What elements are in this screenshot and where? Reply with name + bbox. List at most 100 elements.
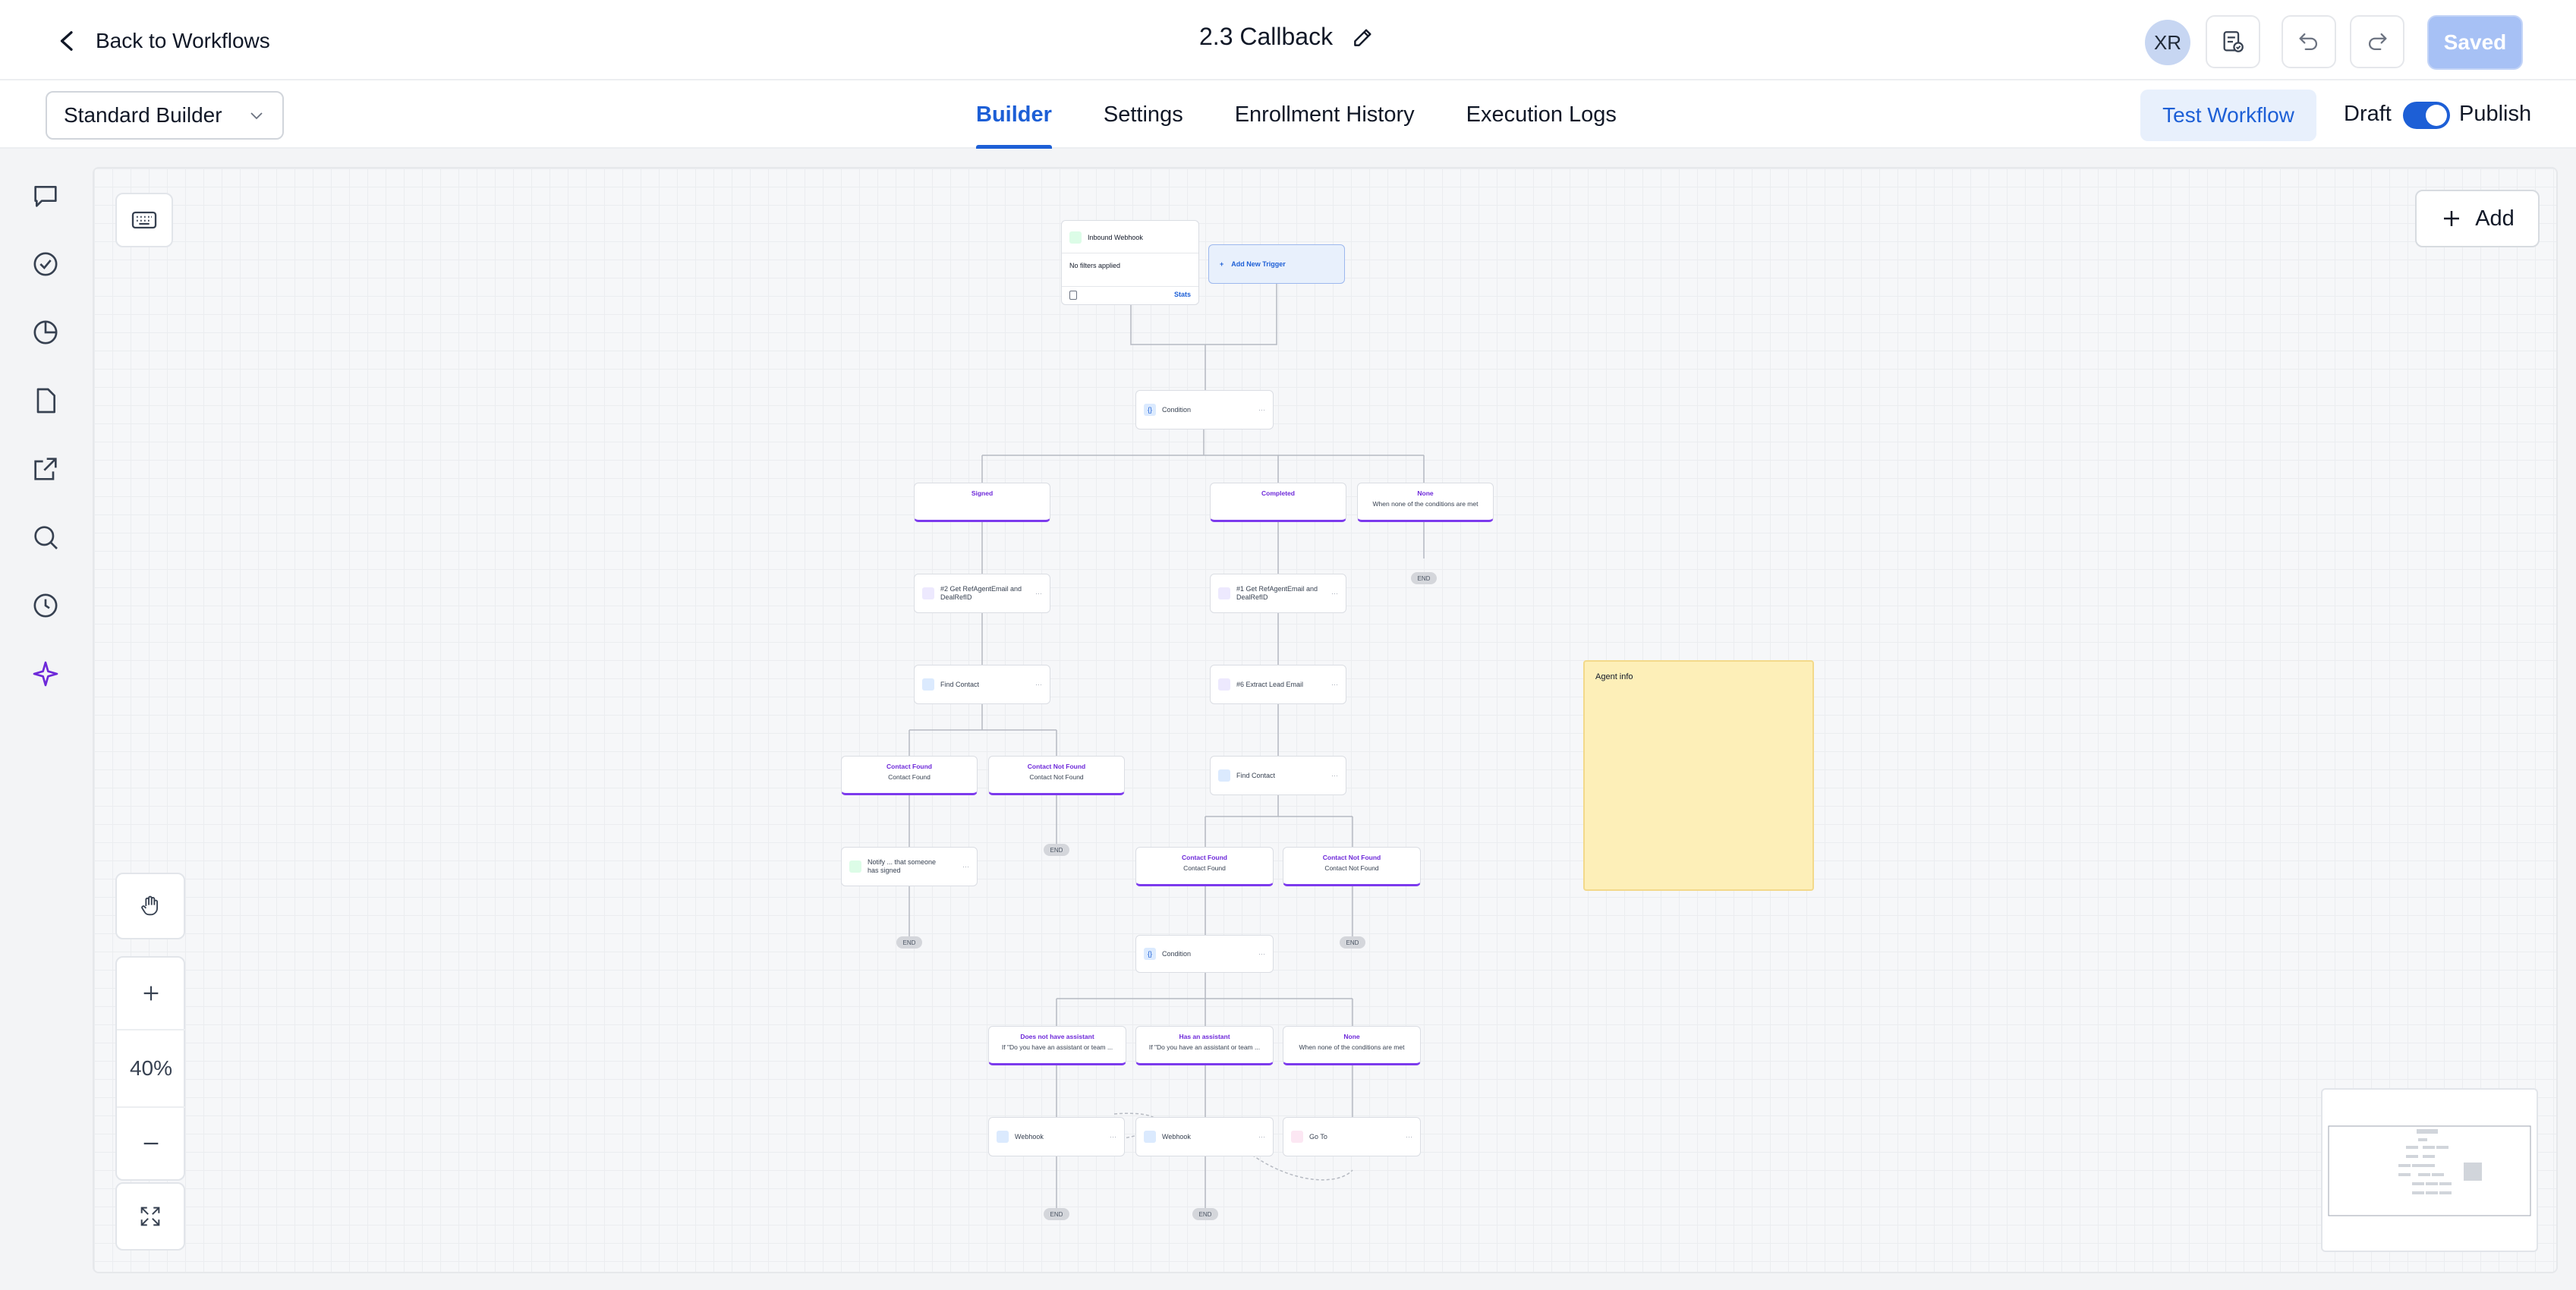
branch-subtitle: Contact Found — [1183, 864, 1226, 872]
more-icon[interactable]: ··· — [1035, 590, 1042, 597]
more-icon[interactable]: ··· — [962, 863, 969, 870]
branch-completed[interactable]: Completed — [1210, 483, 1346, 522]
branch-has-assistant[interactable]: Has an assistant If "Do you have an assi… — [1135, 1026, 1274, 1065]
node-label: #6 Extract Lead Email — [1236, 680, 1304, 688]
check-circle-icon[interactable] — [30, 249, 61, 279]
tab-execution-logs[interactable]: Execution Logs — [1466, 80, 1617, 149]
webhook-node[interactable]: Webhook ··· — [1135, 1117, 1274, 1156]
redo-button[interactable] — [2350, 15, 2404, 68]
branch-contact-not-found[interactable]: Contact Not Found Contact Not Found — [988, 756, 1125, 795]
action-node[interactable]: #2 Get RefAgentEmail and DealRefID ··· — [914, 574, 1050, 613]
sparkle-icon[interactable] — [30, 659, 61, 689]
condition-node[interactable]: {} Condition ··· — [1135, 935, 1274, 973]
document-icon[interactable] — [30, 385, 61, 416]
redo-icon — [2369, 33, 2387, 51]
condition-node[interactable]: {} Condition ··· — [1135, 390, 1274, 429]
more-icon[interactable]: ··· — [1035, 681, 1042, 688]
sticky-note[interactable]: Agent info — [1583, 660, 1814, 891]
clipboard-check-icon — [2223, 31, 2244, 52]
fit-view-button[interactable] — [115, 1182, 185, 1251]
tab-bar: Builder Settings Enrollment History Exec… — [976, 80, 1668, 149]
undo-button[interactable] — [2282, 15, 2336, 68]
node-label: Webhook — [1162, 1132, 1191, 1141]
chat-icon[interactable] — [30, 181, 61, 211]
goto-node[interactable]: Go To ··· — [1283, 1117, 1421, 1156]
more-icon[interactable]: ··· — [1110, 1133, 1116, 1141]
webhook-icon — [997, 1131, 1009, 1143]
avatar[interactable]: XR — [2145, 20, 2190, 65]
pie-chart-icon[interactable] — [30, 317, 61, 348]
trigger-inbound-webhook[interactable]: Inbound Webhook No filters applied Stats — [1061, 220, 1199, 305]
branch-none[interactable]: None When none of the conditions are met — [1357, 483, 1494, 522]
more-icon[interactable]: ··· — [1258, 406, 1265, 414]
branch-contact-found[interactable]: Contact Found Contact Found — [1135, 847, 1274, 886]
end-marker: END — [1192, 1208, 1218, 1220]
test-workflow-button[interactable]: Test Workflow — [2140, 90, 2316, 141]
goto-icon — [1291, 1131, 1303, 1143]
extract-node[interactable]: #6 Extract Lead Email ··· — [1210, 665, 1346, 704]
bell-icon — [849, 861, 861, 873]
search-icon[interactable] — [30, 522, 61, 552]
action-node[interactable]: #1 Get RefAgentEmail and DealRefID ··· — [1210, 574, 1346, 613]
node-label: Notify ... that someone has signed — [868, 858, 937, 874]
more-icon[interactable]: ··· — [1258, 950, 1265, 958]
end-marker: END — [1411, 572, 1437, 584]
end-marker: END — [1044, 844, 1069, 856]
external-link-icon[interactable] — [30, 454, 61, 484]
branch-contact-not-found[interactable]: Contact Not Found Contact Not Found — [1283, 847, 1421, 886]
minimap[interactable] — [2321, 1088, 2538, 1252]
saved-button[interactable]: Saved — [2427, 15, 2523, 70]
branch-none[interactable]: None When none of the conditions are met — [1283, 1026, 1421, 1065]
more-icon[interactable]: ··· — [1331, 590, 1338, 597]
toggle-knob — [2426, 105, 2447, 126]
history-icon[interactable] — [30, 590, 61, 621]
branch-no-assistant[interactable]: Does not have assistant If "Do you have … — [988, 1026, 1126, 1065]
branch-subtitle: If "Do you have an assistant or team ... — [1001, 1043, 1113, 1051]
add-new-trigger-button[interactable]: + Add New Trigger — [1208, 244, 1345, 284]
webhook-node[interactable]: Webhook ··· — [988, 1117, 1125, 1156]
notify-node[interactable]: Notify ... that someone has signed ··· — [841, 847, 978, 886]
draft-label: Draft — [2344, 102, 2392, 126]
plus-icon — [143, 986, 159, 1001]
pan-tool-button[interactable] — [115, 873, 185, 939]
branch-subtitle: Contact Not Found — [1029, 773, 1084, 781]
tab-settings[interactable]: Settings — [1104, 80, 1183, 149]
zoom-out-button[interactable] — [117, 1106, 185, 1179]
more-icon[interactable]: ··· — [1331, 772, 1338, 779]
tab-enrollment-history[interactable]: Enrollment History — [1235, 80, 1415, 149]
tab-builder[interactable]: Builder — [976, 80, 1052, 149]
branch-title: Does not have assistant — [1020, 1033, 1094, 1040]
find-contact-node[interactable]: Find Contact ··· — [1210, 756, 1346, 795]
more-icon[interactable]: ··· — [1406, 1133, 1412, 1141]
trash-icon[interactable] — [1069, 291, 1077, 300]
builder-mode-select[interactable]: Standard Builder — [46, 91, 284, 140]
undo-icon — [2299, 33, 2317, 51]
branch-title: Completed — [1261, 489, 1295, 497]
minus-icon — [143, 1142, 159, 1145]
branch-signed[interactable]: Signed — [914, 483, 1050, 522]
node-label: #1 Get RefAgentEmail and DealRefID — [1236, 585, 1318, 601]
node-label: Go To — [1309, 1132, 1327, 1141]
back-label: Back to Workflows — [96, 29, 270, 52]
zoom-in-button[interactable] — [117, 958, 185, 1030]
left-rail — [0, 149, 93, 1290]
branch-subtitle: When none of the conditions are met — [1372, 500, 1479, 508]
node-label: Condition — [1162, 405, 1192, 414]
zoom-level: 40% — [129, 1056, 173, 1080]
pencil-icon[interactable] — [1351, 25, 1375, 49]
workflow-canvas[interactable]: Add Inbound Webhook No filters applied S… — [93, 167, 2558, 1273]
stats-link[interactable]: Stats — [1174, 291, 1191, 298]
branch-contact-found[interactable]: Contact Found Contact Found — [841, 756, 978, 795]
branch-title: Contact Found — [1182, 854, 1227, 861]
review-button[interactable] — [2206, 15, 2260, 68]
builder-mode-value: Standard Builder — [64, 103, 222, 127]
more-icon[interactable]: ··· — [1258, 1133, 1265, 1141]
back-to-workflows-link[interactable]: Back to Workflows — [56, 24, 270, 58]
find-contact-node[interactable]: Find Contact ··· — [914, 665, 1050, 704]
braces-icon: {} — [1144, 404, 1156, 416]
publish-toggle[interactable] — [2403, 102, 2450, 129]
minimap-preview — [2328, 1125, 2531, 1216]
publish-label: Publish — [2459, 102, 2532, 126]
node-label: Webhook — [1015, 1132, 1044, 1141]
more-icon[interactable]: ··· — [1331, 681, 1338, 688]
